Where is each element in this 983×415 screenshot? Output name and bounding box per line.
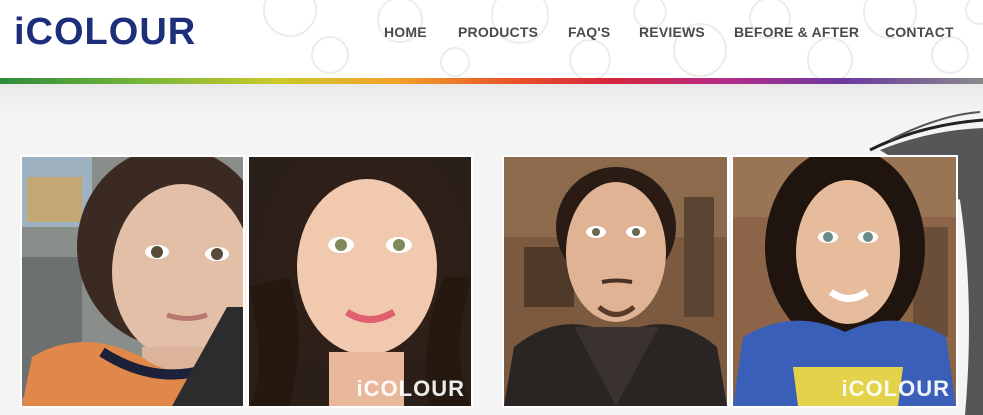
man-before-image bbox=[504, 157, 727, 406]
photo-woman-after: iCOLOUR bbox=[247, 155, 473, 408]
nav-reviews[interactable]: REVIEWS bbox=[639, 24, 705, 40]
photo-man-after: iCOLOUR bbox=[731, 155, 958, 408]
main-nav: HOME PRODUCTS FAQ'S REVIEWS BEFORE & AFT… bbox=[0, 0, 983, 68]
watermark-woman-after: iCOLOUR bbox=[356, 376, 465, 401]
nav-products[interactable]: PRODUCTS bbox=[458, 24, 538, 40]
divider-shadow bbox=[0, 84, 983, 114]
nav-before-after[interactable]: BEFORE & AFTER bbox=[734, 24, 859, 40]
watermark-man-after: iCOLOUR bbox=[841, 376, 950, 401]
woman-before-image bbox=[22, 157, 243, 406]
nav-faqs[interactable]: FAQ'S bbox=[568, 24, 610, 40]
photo-man-before bbox=[502, 155, 729, 408]
woman-after-image bbox=[249, 157, 471, 406]
nav-home[interactable]: HOME bbox=[384, 24, 427, 40]
man-after-image bbox=[733, 157, 956, 406]
nav-contact[interactable]: CONTACT bbox=[885, 24, 954, 40]
photo-woman-before bbox=[20, 155, 245, 408]
site-header: iCOLOUR HOME PRODUCTS FAQ'S REVIEWS BEFO… bbox=[0, 0, 983, 78]
